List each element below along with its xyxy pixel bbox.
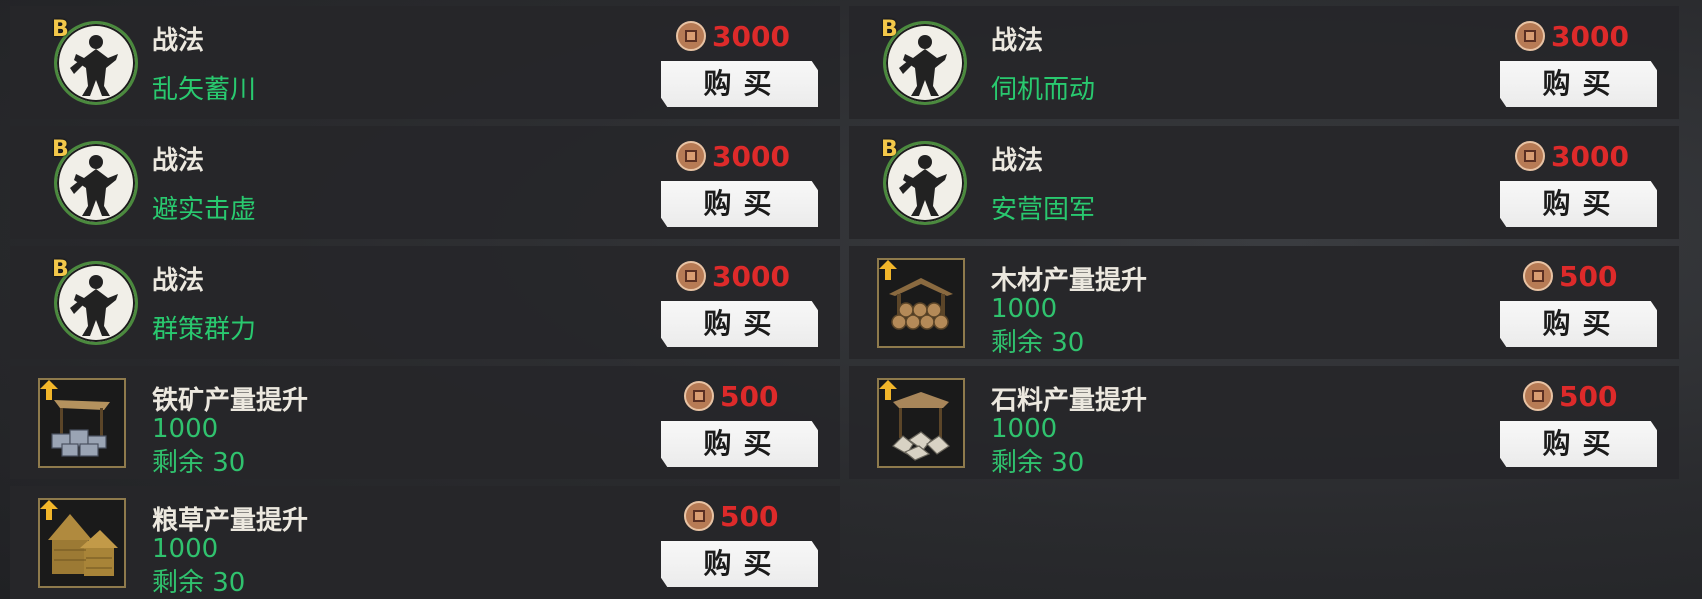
skill-icon-wrap: B: [52, 17, 148, 115]
price-value: 3000: [712, 19, 790, 53]
item-title: 战法: [991, 26, 1044, 56]
buy-button[interactable]: 购买: [661, 61, 818, 107]
price: 3000: [1515, 17, 1629, 55]
buy-button[interactable]: 购买: [1500, 421, 1657, 467]
remaining-count: 剩余 30: [152, 448, 246, 478]
boost-amount: 1000: [991, 294, 1058, 324]
price-value: 500: [720, 379, 779, 413]
skill-name: 安营固军: [991, 195, 1096, 225]
copper-coin-icon: [676, 21, 706, 51]
item-title: 战法: [152, 26, 205, 56]
stone-quarry-icon: [877, 378, 965, 468]
shop-item-card: B 战法 乱矢蓄川 3000 购买: [10, 6, 840, 119]
skill-icon-wrap: B: [881, 137, 977, 235]
remaining-count: 剩余 30: [152, 568, 246, 598]
price: 500: [684, 377, 778, 415]
buy-button[interactable]: 购买: [1500, 61, 1657, 107]
shop-item-card: 粮草产量提升 1000 剩余 30 500 购买: [10, 486, 840, 599]
buy-button[interactable]: 购买: [661, 421, 818, 467]
wood-pile-icon: [877, 258, 965, 348]
skill-name: 群策群力: [152, 315, 257, 345]
skill-icon-wrap: B: [881, 17, 977, 115]
buy-button[interactable]: 购买: [661, 541, 818, 587]
boost-amount: 1000: [152, 534, 219, 564]
shop-item-card: B 战法 伺机而动 3000 购买: [849, 6, 1679, 119]
up-arrow-icon: [879, 260, 897, 280]
up-arrow-icon: [40, 500, 58, 520]
grade-badge: B: [52, 137, 69, 162]
shop-item-card: 木材产量提升 1000 剩余 30 500 购买: [849, 246, 1679, 359]
skill-name: 乱矢蓄川: [152, 75, 257, 105]
boost-amount: 1000: [152, 414, 219, 444]
price-value: 3000: [712, 139, 790, 173]
copper-coin-icon: [676, 141, 706, 171]
item-title: 战法: [991, 146, 1044, 176]
shop-item-card: 铁矿产量提升 1000 剩余 30 500 购买: [10, 366, 840, 479]
grade-badge: B: [881, 137, 898, 162]
price: 500: [684, 497, 778, 535]
buy-button[interactable]: 购买: [1500, 181, 1657, 227]
item-title: 木材产量提升: [991, 266, 1148, 296]
buy-button[interactable]: 购买: [661, 301, 818, 347]
price-value: 500: [720, 499, 779, 533]
copper-coin-icon: [676, 261, 706, 291]
copper-coin-icon: [1515, 141, 1545, 171]
shop-item-card: 石料产量提升 1000 剩余 30 500 购买: [849, 366, 1679, 479]
price: 3000: [676, 137, 790, 175]
item-title: 粮草产量提升: [152, 506, 309, 536]
item-title: 战法: [152, 146, 205, 176]
price-value: 500: [1559, 259, 1618, 293]
price-value: 3000: [1551, 139, 1629, 173]
grade-badge: B: [881, 17, 898, 42]
grade-badge: B: [52, 17, 69, 42]
copper-coin-icon: [684, 501, 714, 531]
skill-icon-wrap: B: [52, 257, 148, 355]
up-arrow-icon: [879, 380, 897, 400]
up-arrow-icon: [40, 380, 58, 400]
copper-coin-icon: [1515, 21, 1545, 51]
grain-hut-icon: [38, 498, 126, 588]
item-title: 战法: [152, 266, 205, 296]
price-value: 3000: [712, 259, 790, 293]
skill-icon-wrap: B: [52, 137, 148, 235]
price: 3000: [1515, 137, 1629, 175]
copper-coin-icon: [684, 381, 714, 411]
price: 3000: [676, 257, 790, 295]
skill-name: 避实击虚: [152, 195, 257, 225]
skill-name: 伺机而动: [991, 75, 1096, 105]
remaining-count: 剩余 30: [991, 448, 1085, 478]
iron-ore-icon: [38, 378, 126, 468]
shop-item-card: B 战法 群策群力 3000 购买: [10, 246, 840, 359]
shop-item-card: B 战法 安营固军 3000 购买: [849, 126, 1679, 239]
copper-coin-icon: [1523, 381, 1553, 411]
shop-item-card: B 战法 避实击虚 3000 购买: [10, 126, 840, 239]
copper-coin-icon: [1523, 261, 1553, 291]
price: 3000: [676, 17, 790, 55]
grade-badge: B: [52, 257, 69, 282]
price-value: 3000: [1551, 19, 1629, 53]
item-title: 石料产量提升: [991, 386, 1148, 416]
item-title: 铁矿产量提升: [152, 386, 309, 416]
remaining-count: 剩余 30: [991, 328, 1085, 358]
buy-button[interactable]: 购买: [1500, 301, 1657, 347]
boost-amount: 1000: [991, 414, 1058, 444]
price-value: 500: [1559, 379, 1618, 413]
buy-button[interactable]: 购买: [661, 181, 818, 227]
price: 500: [1523, 377, 1617, 415]
price: 500: [1523, 257, 1617, 295]
